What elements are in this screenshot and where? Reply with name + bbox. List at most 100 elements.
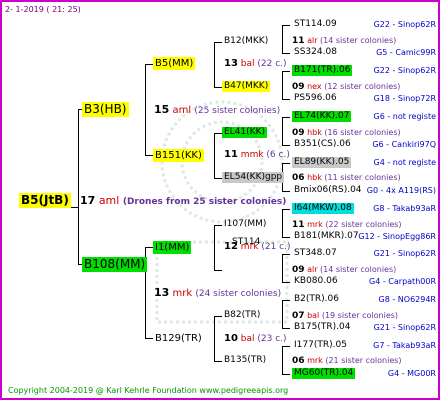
l3-queen[interactable]: I107(MM)	[222, 219, 268, 230]
l4-queen[interactable]: B2(TR).06	[292, 294, 341, 305]
connector	[214, 133, 222, 134]
connector	[282, 117, 283, 146]
l2-info: 10 bal (23 c.)	[224, 333, 287, 345]
l4-queen[interactable]: B171(TR).06	[292, 65, 353, 76]
root-gen-label: aml	[98, 194, 120, 207]
l3-label: mrk	[307, 220, 323, 229]
l2-num: 11	[224, 149, 238, 160]
l4-source: G21 - Sinop62R	[373, 249, 436, 258]
l1-queen[interactable]: B108(MM)	[82, 257, 148, 272]
connector	[282, 117, 290, 118]
l3-info: 09 hbk (16 sister colonies)	[292, 127, 401, 139]
l1-label: mrk	[172, 288, 193, 299]
l4-source: G8 - Takab93aR	[373, 204, 436, 213]
connector	[214, 316, 215, 362]
connector	[282, 282, 290, 283]
l3-num: 07	[292, 311, 305, 321]
connector	[145, 64, 146, 156]
l2-queen[interactable]: B129(TR)	[153, 332, 204, 345]
l4-source: G0 - 4x A119(RS)	[366, 186, 436, 195]
connector	[282, 71, 283, 100]
l4-queen[interactable]: MG60(TR).04	[292, 368, 356, 379]
l3-num: 11	[292, 220, 305, 230]
connector	[282, 374, 290, 375]
l2-queen[interactable]: B151(KK)	[153, 149, 204, 162]
l1-num: 15	[154, 103, 170, 116]
l2-sisters: (22 c.)	[257, 59, 287, 69]
connector	[282, 209, 283, 238]
l2-label: mmk	[240, 150, 264, 160]
l2-label: bal	[240, 334, 255, 344]
l3-sisters: (14 sister colonies)	[320, 36, 397, 45]
l2-sisters: (23 c.)	[257, 334, 287, 344]
l4-source: G22 - Sinop62R	[373, 66, 436, 75]
l4-queen[interactable]: Bmix06(RS).04	[292, 185, 364, 196]
root-gen-num: 17	[80, 194, 96, 207]
connector	[282, 254, 283, 283]
l1-label: aml	[172, 105, 192, 116]
connector	[145, 247, 153, 248]
l4-source: G12 - SinopEgg86R	[358, 232, 436, 241]
l4-source: G7 - Takab93aR	[373, 341, 436, 350]
l4-queen[interactable]: PS596.06	[292, 93, 339, 104]
timestamp-header: 2- 1-2019 ( 21: 25)	[5, 5, 81, 14]
copyright-footer: Copyright 2004-2019 @ Karl Kehrle Founda…	[8, 386, 289, 395]
l3-queen[interactable]: ST114	[230, 237, 262, 248]
l4-queen[interactable]: ST348.07	[292, 248, 339, 259]
root-drones: (Drones from 25 sister colonies)	[122, 197, 287, 207]
l3-queen[interactable]: EL41(KK)	[222, 127, 267, 138]
l2-queen[interactable]: B5(MM)	[153, 57, 196, 70]
l4-source: G6 - not registe	[373, 112, 436, 121]
connector	[282, 254, 290, 255]
l4-source: G5 - Camic99R	[376, 48, 436, 57]
connector	[214, 225, 215, 271]
l4-queen[interactable]: B175(TR).04	[292, 322, 352, 333]
l4-queen[interactable]: B351(CS).06	[292, 139, 353, 150]
l2-queen[interactable]: I1(MM)	[153, 241, 192, 254]
l3-num: 06	[292, 173, 305, 183]
l3-sisters: (11 sister colonies)	[324, 173, 401, 182]
l3-queen[interactable]: B12(MKK)	[222, 36, 270, 47]
l3-label: hbk	[307, 128, 322, 137]
l3-info: 11 alr (14 sister colonies)	[292, 35, 396, 47]
connector	[145, 338, 153, 339]
l4-queen[interactable]: EL74(KK).07	[292, 111, 352, 122]
connector	[214, 178, 222, 179]
l3-num: 09	[292, 82, 305, 92]
connector	[282, 209, 290, 210]
l4-source: G22 - Sinop62R	[373, 20, 436, 29]
l3-label: alr	[307, 265, 318, 274]
l1-queen[interactable]: B3(HB)	[82, 102, 129, 117]
connector	[282, 237, 290, 238]
l3-info: 07 bal (19 sister colonies)	[292, 310, 398, 322]
connector	[282, 191, 290, 192]
l2-sisters: (21 c.)	[261, 242, 291, 252]
l4-source: G8 - NO6294R	[378, 295, 436, 304]
l4-queen[interactable]: I64(MKW).08	[292, 203, 354, 214]
l4-queen[interactable]: ST114.09	[292, 19, 339, 30]
l3-info: 06 hbk (11 sister colonies)	[292, 172, 401, 184]
l3-queen[interactable]: B47(MKK)	[222, 81, 271, 92]
root-queen[interactable]: B5(JtB)	[19, 193, 71, 208]
l4-queen[interactable]: EL89(KK).05	[292, 157, 352, 168]
l3-queen[interactable]: B82(TR)	[222, 310, 262, 321]
l2-num: 10	[224, 333, 238, 344]
l4-queen[interactable]: I177(TR).05	[292, 340, 349, 351]
connector	[214, 87, 222, 88]
l4-queen[interactable]: KB080.06	[292, 276, 340, 287]
l3-queen[interactable]: B135(TR)	[222, 355, 268, 366]
connector	[214, 42, 222, 43]
l4-source: G4 - Carpath00R	[369, 277, 436, 286]
l3-label: mrk	[307, 356, 323, 365]
l2-label: bal	[240, 59, 255, 69]
l3-queen[interactable]: EL54(KK)gpp	[222, 172, 285, 183]
l4-queen[interactable]: B181(MKR).07	[292, 231, 361, 242]
l4-queen[interactable]: SS324.08	[292, 47, 339, 58]
root-info: 17 aml (Drones from 25 sister colonies)	[80, 195, 286, 208]
l3-info: 09 alr (14 sister colonies)	[292, 264, 396, 276]
l1-info: 15 aml (25 sister colonies)	[154, 104, 280, 117]
connector	[282, 346, 290, 347]
pedigree-frame: 2- 1-2019 ( 21: 25) B5(JtB) 17 aml (Dron…	[0, 0, 440, 400]
l4-source: G21 - Sinop62R	[373, 323, 436, 332]
l3-sisters: (22 sister colonies)	[325, 220, 402, 229]
